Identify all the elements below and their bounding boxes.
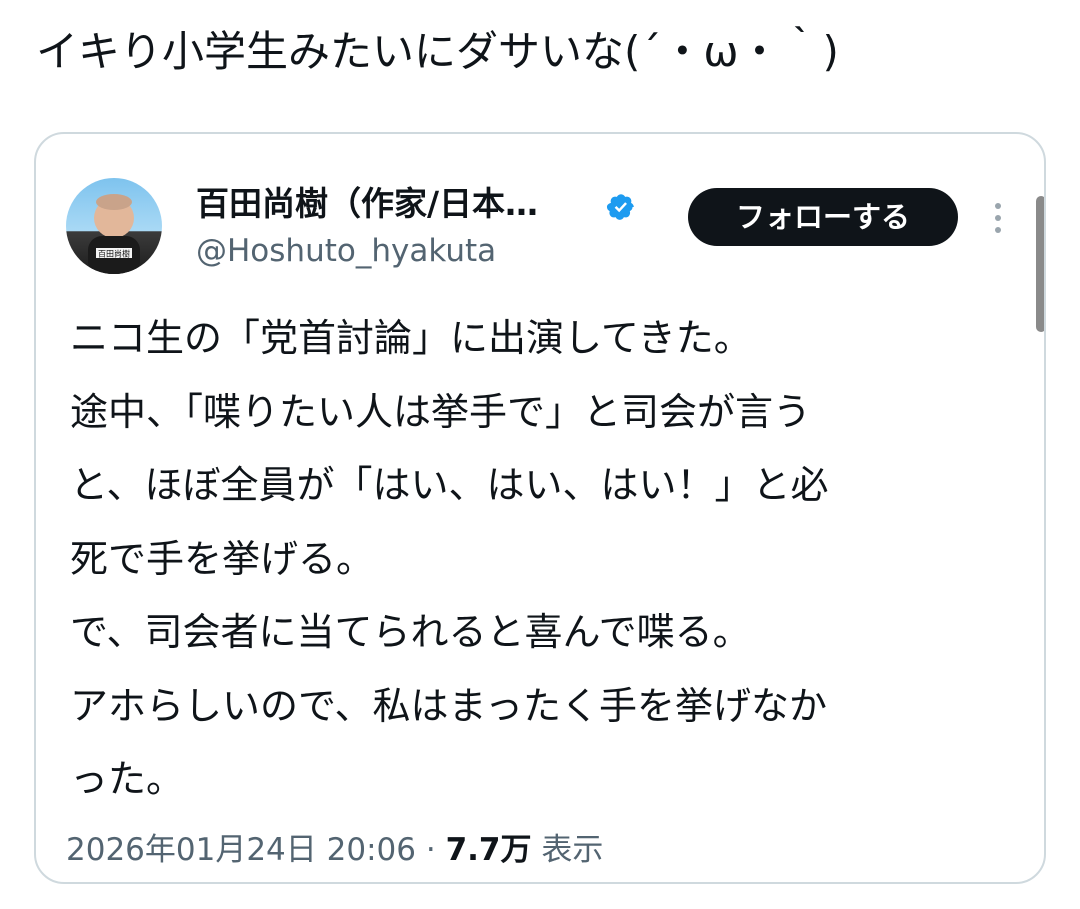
- tweet-meta: 2026年01月24日 20:06 · 7.7万 表示: [66, 830, 603, 870]
- quoted-tweet-card[interactable]: 百田尚樹 百田尚樹（作家/日本… @Hoshuto_hyakuta フォローする…: [34, 132, 1046, 884]
- author-handle[interactable]: @Hoshuto_hyakuta: [196, 231, 496, 271]
- avatar[interactable]: 百田尚樹: [66, 178, 162, 274]
- author-display-name[interactable]: 百田尚樹（作家/日本…: [196, 182, 538, 226]
- tweet-body: ニコ生の「党首討論」に出演してきた。 途中、「喋りたい人は挙手で」と司会が言う …: [70, 302, 1030, 817]
- tweet-line: で、司会者に当てられると喜んで喋る。: [70, 610, 751, 654]
- tweet-timestamp[interactable]: 2026年01月24日 20:06: [66, 832, 416, 868]
- views-count: 7.7万: [445, 832, 532, 868]
- more-vertical-icon[interactable]: [986, 198, 1010, 238]
- follow-button[interactable]: フォローする: [688, 188, 958, 246]
- tweet-line: 途中、「喋りたい人は挙手で」と司会が言う: [70, 389, 812, 434]
- scrollbar[interactable]: [1036, 196, 1044, 332]
- tweet-line: 死で手を挙げる。: [70, 536, 375, 581]
- reply-text: イキり小学生みたいにダサいな(´・ω・｀): [36, 27, 839, 76]
- avatar-caption: 百田尚樹: [98, 249, 130, 259]
- tweet-line: と、ほぼ全員が「はい、はい、はい！」と必: [70, 463, 829, 507]
- meta-separator: ·: [425, 832, 436, 868]
- tweet-line: アホらしいので、私はまったく手を挙げなか: [70, 683, 827, 728]
- tweet-line: った。: [70, 757, 185, 801]
- tweet-line: ニコ生の「党首討論」に出演してきた。: [70, 316, 752, 360]
- views-label: 表示: [541, 832, 604, 868]
- verified-badge-icon: [606, 194, 634, 220]
